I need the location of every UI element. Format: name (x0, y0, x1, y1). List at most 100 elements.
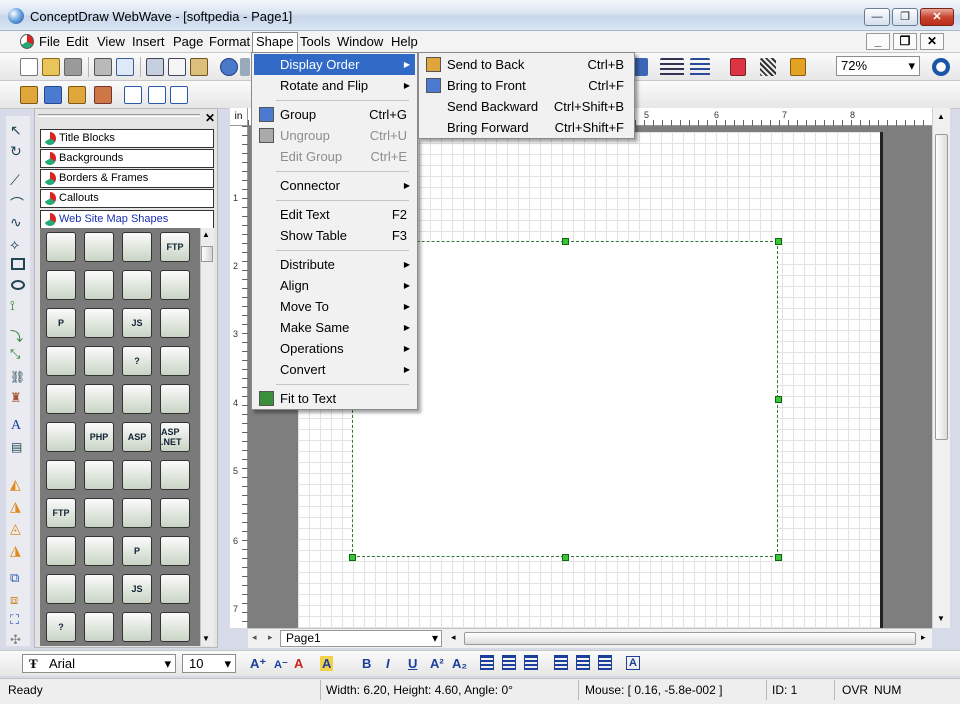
library-shape[interactable] (84, 270, 114, 300)
library-shape[interactable]: ASP (122, 422, 152, 452)
library-shape[interactable] (84, 574, 114, 604)
library-shape[interactable] (46, 270, 76, 300)
selection-handle[interactable] (349, 554, 356, 561)
ungroup-tool-icon[interactable] (68, 86, 86, 104)
smart-connector-icon[interactable]: ⤵ (10, 326, 26, 344)
prev-page-icon[interactable]: ◂ (252, 632, 257, 643)
align-center-icon[interactable] (502, 655, 516, 670)
fit-text-icon[interactable]: A (626, 656, 640, 670)
library-shape[interactable] (160, 308, 190, 338)
horizontal-scroll-thumb[interactable] (464, 632, 916, 645)
menu-file[interactable]: File (36, 33, 63, 51)
menu-insert[interactable]: Insert (129, 33, 168, 51)
shape_menu-distribute[interactable]: Distribute ▶ (254, 254, 415, 275)
shadow-icon[interactable] (790, 58, 806, 76)
text-tool-icon[interactable]: A (11, 418, 27, 434)
font-color-icon[interactable]: A (294, 656, 303, 671)
vertical-scroll-thumb[interactable] (935, 134, 948, 440)
shape_menu-make-same[interactable]: Make Same ▶ (254, 317, 415, 338)
library-shape[interactable] (84, 384, 114, 414)
shrink-font-icon[interactable]: A⁻ (274, 658, 288, 671)
subscript-icon[interactable]: A₂ (452, 656, 467, 671)
rectangle-tool-icon[interactable] (11, 258, 25, 270)
maximize-button[interactable]: ❐ (892, 8, 918, 26)
shape_menu-group[interactable]: Group Ctrl+G (254, 104, 415, 125)
mdi-minimize-button[interactable]: _ (866, 33, 890, 50)
scroll-down-icon[interactable]: ▼ (937, 614, 945, 623)
zoom-icon[interactable] (932, 58, 950, 76)
line-ends-icon[interactable] (690, 58, 710, 76)
library-shape[interactable]: FTP (160, 232, 190, 262)
table-tool-icon[interactable]: ▤ (11, 440, 27, 456)
open-icon[interactable] (42, 58, 60, 76)
library-shape[interactable] (84, 346, 114, 376)
copy-icon[interactable] (168, 58, 186, 76)
selection-handle[interactable] (775, 238, 782, 245)
scroll-up-icon[interactable]: ▲ (937, 112, 945, 121)
undo-icon[interactable] (220, 58, 238, 76)
order_menu-bring-forward[interactable]: Bring Forward Ctrl+Shift+F (421, 117, 632, 138)
cut-icon[interactable] (146, 58, 164, 76)
line-style-icon[interactable] (660, 58, 684, 76)
order_menu-send-backward[interactable]: Send Backward Ctrl+Shift+B (421, 96, 632, 117)
mdi-restore-button[interactable]: ❐ (893, 33, 917, 50)
document-icon[interactable] (20, 34, 34, 49)
library-shape[interactable] (122, 384, 152, 414)
paste-icon[interactable] (190, 58, 208, 76)
library-shape[interactable] (84, 612, 114, 642)
group-tool-icon[interactable] (20, 86, 38, 104)
library-shape[interactable] (46, 232, 76, 262)
shape_menu-display-order[interactable]: Display Order ▶ (254, 54, 415, 75)
rotate-right-icon[interactable]: ◮ (10, 542, 26, 558)
library-shape[interactable] (122, 612, 152, 642)
library-shape[interactable] (84, 536, 114, 566)
rotate-icon[interactable]: ↻ (10, 143, 26, 159)
library-shape[interactable] (160, 536, 190, 566)
order-icon-left[interactable]: ⧈ (10, 592, 26, 608)
page-tab[interactable]: Page1 ▾ (280, 630, 442, 647)
stamp-icon[interactable]: ♜ (10, 390, 26, 406)
align-top-icon[interactable] (554, 655, 568, 670)
font-size-select[interactable]: 10 ▾ (182, 654, 236, 673)
shape_menu-align[interactable]: Align ▶ (254, 275, 415, 296)
library-tab-callouts[interactable]: Callouts (40, 189, 214, 208)
menu-page[interactable]: Page (170, 33, 206, 51)
library-shape[interactable] (160, 270, 190, 300)
polyline-tool-icon[interactable]: ⟡ (10, 236, 26, 252)
grow-font-icon[interactable]: A⁺ (250, 656, 266, 672)
selection-handle[interactable] (562, 238, 569, 245)
library-shape[interactable] (46, 346, 76, 376)
align-middle-icon[interactable] (576, 655, 590, 670)
puzzle-icon[interactable]: ✣ (10, 632, 26, 648)
align-left-icon[interactable] (480, 655, 494, 670)
align-bottom-icon[interactable] (598, 655, 612, 670)
superscript-icon[interactable]: A² (430, 656, 444, 671)
italic-icon[interactable]: I (386, 656, 390, 671)
shape_menu-fit-to-text[interactable]: Fit to Text (254, 388, 415, 409)
menu-tools[interactable]: Tools (297, 33, 333, 51)
menu-help[interactable]: Help (388, 33, 421, 51)
page-props-icon[interactable] (170, 86, 188, 104)
library-shape[interactable]: ? (122, 346, 152, 376)
chain-icon[interactable]: ⛓ (10, 370, 26, 386)
font-select[interactable]: Ŧ Arial ▾ (22, 654, 176, 673)
align-right-icon[interactable] (524, 655, 538, 670)
shape_menu-rotate-and-flip[interactable]: Rotate and Flip ▶ (254, 75, 415, 96)
library-shape[interactable] (160, 384, 190, 414)
page-copy-icon[interactable] (148, 86, 166, 104)
library-shape[interactable] (46, 574, 76, 604)
library-shape[interactable] (84, 232, 114, 262)
library-shape[interactable] (122, 232, 152, 262)
shape_menu-show-table[interactable]: Show Table F3 (254, 225, 415, 246)
library-shape[interactable] (84, 308, 114, 338)
zoom-select[interactable]: 72% ▾ (836, 56, 920, 76)
library-shape[interactable] (160, 498, 190, 528)
pointer-icon[interactable]: ↖ (10, 122, 26, 138)
redo-icon[interactable] (240, 58, 250, 76)
scroll-left-icon[interactable]: ◂ (451, 632, 456, 643)
library-shape[interactable]: P (46, 308, 76, 338)
group-icon-left[interactable]: ⧉ (10, 570, 26, 586)
connector-tool-icon[interactable]: ⟟ (10, 298, 26, 314)
library-shape[interactable] (122, 460, 152, 490)
menu-view[interactable]: View (94, 33, 128, 51)
